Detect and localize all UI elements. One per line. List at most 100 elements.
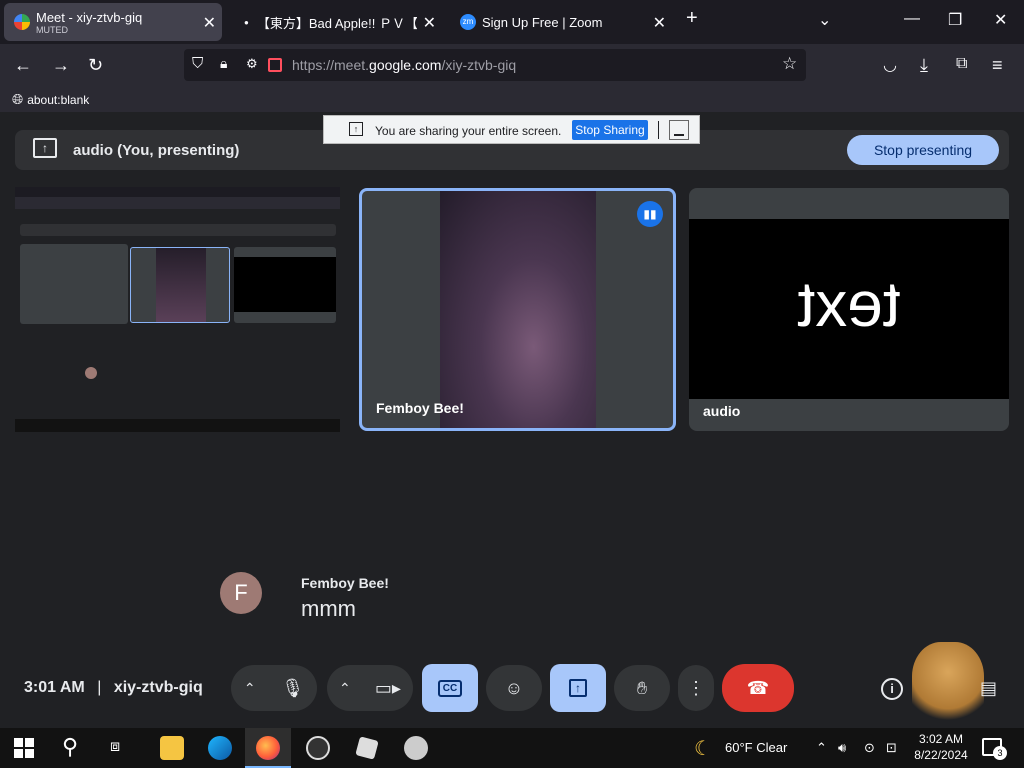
hide-notice-button[interactable] — [669, 120, 689, 140]
menu-icon[interactable]: ≡ — [992, 55, 1003, 76]
hang-up-icon: ☎ — [746, 677, 770, 698]
preview-avatar — [85, 367, 97, 379]
forward-arrow-icon[interactable]: → — [52, 55, 70, 76]
firefox-icon — [256, 736, 280, 760]
microphone-button[interactable]: ⌃ 🎙︎ — [231, 665, 317, 711]
search-icon[interactable]: ⚲ — [62, 734, 78, 760]
shared-screen-video: text — [689, 219, 1009, 399]
permissions-icon[interactable]: ⚙ — [246, 56, 258, 72]
close-tab-icon[interactable]: ✕ — [423, 13, 436, 33]
preview-tile — [234, 247, 336, 323]
windows-start-icon[interactable] — [14, 738, 34, 758]
bookmarks-toolbar: 🌐︎ about:blank — [0, 86, 1024, 112]
meeting-info-icon[interactable]: i — [881, 678, 903, 700]
participant-tile-femboy-bee[interactable]: ▮▮ Femboy Bee! — [359, 188, 676, 431]
new-tab-icon[interactable]: + — [686, 7, 698, 30]
close-window-icon[interactable]: ✕ — [994, 10, 1007, 30]
screen-share-preview — [15, 187, 340, 432]
meeting-time: 3:01 AM — [24, 679, 85, 696]
screen-share-indicator-icon[interactable] — [268, 58, 282, 72]
tab-strip: Meet - xiy-ztvb-giq MUTED ✕ ● 【東方】Bad Ap… — [0, 0, 1024, 44]
caption-text: mmm — [301, 596, 356, 621]
more-options-button[interactable]: ⋮ — [678, 665, 714, 711]
video-camera-icon: ▭▸ — [374, 677, 401, 698]
tab-zoom[interactable]: zm Sign Up Free | Zoom ✕ — [452, 3, 672, 41]
more-vert-icon: ⋮ — [687, 677, 705, 698]
maximize-icon[interactable]: ❐ — [948, 10, 962, 30]
close-tab-icon[interactable]: ✕ — [653, 13, 666, 33]
captions-button[interactable]: CC — [422, 664, 478, 712]
speaking-indicator-icon: ▮▮ — [637, 201, 663, 227]
tab-list-chevron-down-icon[interactable]: ⌄ — [818, 10, 831, 30]
stop-presenting-button[interactable]: Stop presenting — [847, 135, 999, 165]
weather-text[interactable]: 60°F Clear — [725, 740, 787, 755]
participant-name: audio — [703, 403, 741, 419]
present-screen-icon: ↑ — [569, 679, 587, 697]
lock-icon[interactable]: 🔒︎ — [220, 55, 227, 72]
screen-share-notification: ↑ You are sharing your entire screen. St… — [323, 115, 700, 144]
minimize-icon[interactable]: — — [904, 10, 920, 28]
tab-title: 【東方】Bad Apple!! ＰＶ【影絵】 — [256, 15, 417, 31]
share-icon: ↑ — [349, 122, 363, 136]
close-tab-icon[interactable]: ✕ — [203, 13, 216, 33]
minimize-icon — [674, 133, 684, 136]
chat-icon[interactable]: ▤ — [980, 678, 997, 699]
preview-controls — [15, 399, 340, 417]
preview-taskbar — [15, 419, 340, 432]
participant-tile-audio[interactable]: text audio — [689, 188, 1009, 431]
chevron-up-icon: ⌃ — [243, 679, 256, 696]
tracking-shield-icon[interactable]: ⛉ — [192, 55, 203, 72]
tab-title: Meet - xiy-ztvb-giq — [36, 9, 143, 25]
avatar: F — [220, 572, 262, 614]
present-screen-icon: ↑ — [33, 138, 57, 158]
reactions-button[interactable]: ☺ — [486, 665, 542, 711]
camera-button[interactable]: ⌃ ▭▸ — [327, 665, 413, 711]
share-notice-text: You are sharing your entire screen. — [375, 124, 562, 138]
leave-call-button[interactable]: ☎ — [722, 664, 794, 712]
obs-icon[interactable] — [306, 736, 330, 760]
meeting-details: 3:01 AM | xiy-ztvb-giq — [24, 679, 203, 697]
back-arrow-icon[interactable]: ← — [14, 55, 32, 76]
meet-favicon-icon — [14, 14, 30, 30]
downloads-icon[interactable]: ⤓ — [920, 55, 928, 76]
raise-hand-button[interactable]: ✋︎ — [614, 665, 670, 711]
edge-icon[interactable] — [208, 736, 232, 760]
mirrored-text: text — [797, 268, 901, 340]
meet-page: ↑ audio (You, presenting) Stop presentin… — [0, 112, 1024, 728]
preview-tile — [130, 247, 230, 323]
bookmark-about-blank[interactable]: 🌐︎ about:blank — [12, 91, 89, 108]
clock-time: 3:02 AM — [918, 732, 964, 746]
mic-in-use-icon[interactable]: ⊙ — [864, 740, 875, 756]
zoom-favicon-icon: zm — [460, 14, 476, 30]
preview-navbar — [15, 197, 340, 209]
present-button[interactable]: ↑ — [550, 664, 606, 712]
stop-sharing-button[interactable]: Stop Sharing — [572, 120, 648, 140]
windows-taskbar: ⚲ ⧈ ☾ 60°F Clear ⌃ 🔊︎ ⊙ ⊡ 3:02 AM 8/22/2… — [0, 728, 1024, 768]
roblox-icon[interactable] — [355, 736, 379, 760]
navigation-bar: ← → ↻ ⛉ 🔒︎ ⚙ https://meet.google.com/xiy… — [0, 44, 1024, 86]
audio-dot-icon: ● — [244, 17, 249, 27]
participant-name: Femboy Bee! — [376, 400, 464, 416]
url-bar[interactable]: ⛉ 🔒︎ ⚙ https://meet.google.com/xiy-ztvb-… — [184, 49, 806, 81]
firefox-taskbar-item[interactable] — [245, 728, 291, 768]
bookmark-star-icon[interactable]: ☆ — [782, 54, 797, 74]
tab-meet[interactable]: Meet - xiy-ztvb-giq MUTED ✕ — [4, 3, 222, 41]
tab-muted-label: MUTED — [36, 24, 68, 35]
url-text: https://meet.google.com/xiy-ztvb-giq — [292, 57, 517, 73]
app-icon[interactable] — [404, 736, 428, 760]
file-explorer-icon[interactable] — [160, 736, 184, 760]
clock[interactable]: 3:02 AM 8/22/2024 — [912, 731, 970, 763]
tab-bad-apple[interactable]: ● 【東方】Bad Apple!! ＰＶ【影絵】 ✕ — [232, 3, 442, 41]
meeting-controls: 3:01 AM | xiy-ztvb-giq ⌃ 🎙︎ ⌃ ▭▸ CC ☺ ↑ … — [0, 642, 1024, 728]
closed-captions-icon: CC — [437, 679, 463, 697]
task-view-icon[interactable]: ⧈ — [110, 738, 120, 756]
extensions-icon[interactable]: ⧉ — [956, 55, 967, 73]
divider — [658, 121, 659, 139]
reload-icon[interactable]: ↻ — [88, 55, 103, 76]
network-icon[interactable]: ⊡ — [886, 740, 897, 756]
pocket-icon[interactable]: ◡ — [883, 55, 897, 75]
volume-icon[interactable]: 🔊︎ — [838, 740, 846, 756]
show-hidden-icons-chevron-up-icon[interactable]: ⌃ — [816, 740, 827, 756]
moon-weather-icon: ☾ — [694, 738, 712, 760]
clock-date: 8/22/2024 — [914, 748, 968, 762]
